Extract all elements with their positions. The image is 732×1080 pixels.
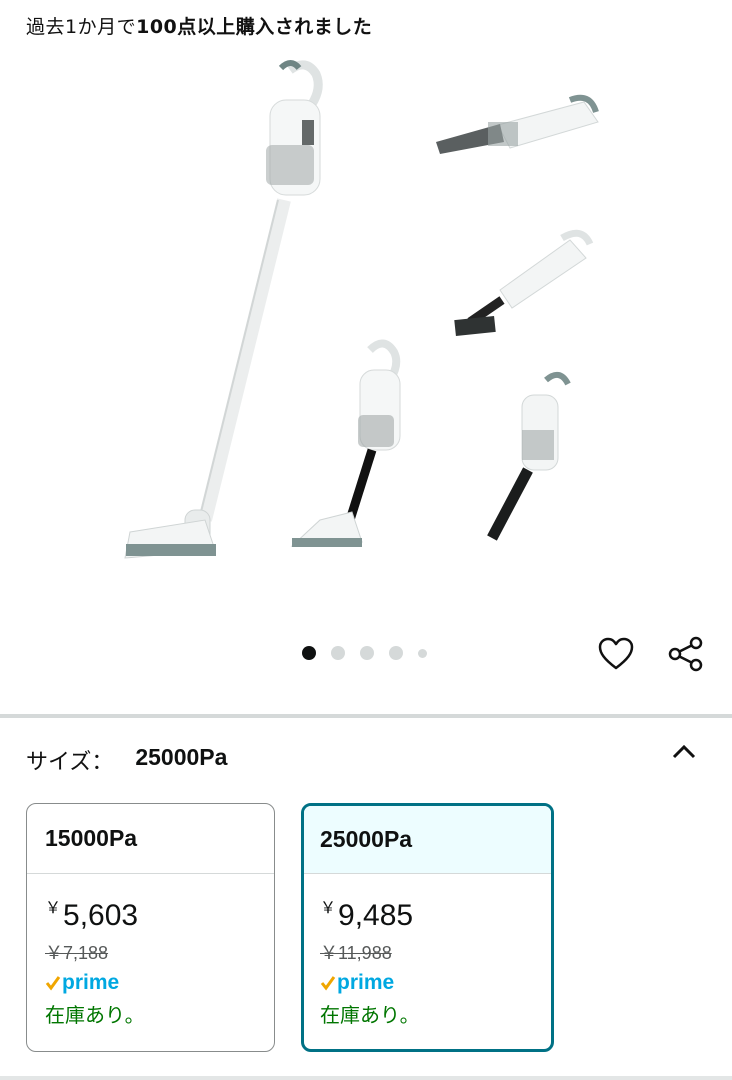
size-option-25000pa[interactable]: 25000Pa ￥9,485 ￥11,988 prime 在庫あり。: [301, 803, 554, 1052]
image-carousel-dots[interactable]: [302, 645, 427, 661]
price-value: 5,603: [63, 899, 139, 932]
option-name: 15000Pa: [27, 804, 274, 874]
purchase-note-prefix: 過去1か月で: [26, 16, 137, 38]
prime-badge: prime: [45, 971, 274, 995]
handheld-vacuum-illustration-3: [432, 371, 610, 580]
section-divider: [0, 714, 732, 718]
purchase-count-note: 過去1か月で100点以上購入されました: [26, 12, 372, 39]
yen-symbol: ￥: [320, 900, 337, 917]
prime-check-icon: [320, 976, 336, 991]
carousel-dot-5[interactable]: [418, 648, 427, 658]
share-button[interactable]: [666, 634, 706, 674]
chevron-up-icon: [672, 744, 696, 759]
collapse-size-button[interactable]: [666, 736, 702, 766]
option-price: ￥9,485: [320, 892, 551, 933]
purchase-note-count: 100点以上購入されました: [136, 16, 373, 38]
main-vacuum-illustration: [124, 60, 323, 559]
selected-size-value: 25000Pa: [135, 744, 228, 770]
size-selector-header: サイズ： 25000Pa: [26, 744, 227, 776]
favorite-button[interactable]: [596, 634, 636, 674]
carousel-dot-2[interactable]: [331, 646, 345, 660]
carousel-dot-1[interactable]: [302, 646, 316, 660]
price-value: 9,485: [338, 899, 414, 932]
stick-vacuum-product-image: [124, 60, 610, 580]
prime-label: prime: [337, 971, 395, 994]
handheld-vacuum-illustration-2: [432, 210, 610, 370]
prime-check-icon: [45, 976, 61, 991]
stock-status: 在庫あり。: [320, 1003, 420, 1027]
list-price: ￥7,188: [45, 943, 109, 963]
share-icon: [668, 636, 703, 672]
stock-status: 在庫あり。: [45, 1003, 145, 1027]
handheld-vacuum-illustration-1: [430, 70, 610, 190]
size-label: サイズ：: [26, 750, 114, 775]
prime-label: prime: [62, 971, 120, 994]
prime-badge: prime: [320, 971, 551, 995]
second-vacuum-illustration: [290, 339, 401, 547]
carousel-dot-3[interactable]: [360, 646, 374, 660]
bottom-divider: [0, 1076, 732, 1080]
product-image-gallery[interactable]: [0, 50, 732, 620]
option-price: ￥5,603: [45, 892, 274, 933]
heart-icon: [598, 637, 634, 670]
yen-symbol: ￥: [45, 900, 62, 917]
size-option-15000pa[interactable]: 15000Pa ￥5,603 ￥7,188 prime 在庫あり。: [26, 803, 275, 1052]
list-price: ￥11,988: [320, 943, 392, 963]
option-name: 25000Pa: [304, 806, 551, 874]
carousel-dot-4[interactable]: [389, 646, 403, 660]
